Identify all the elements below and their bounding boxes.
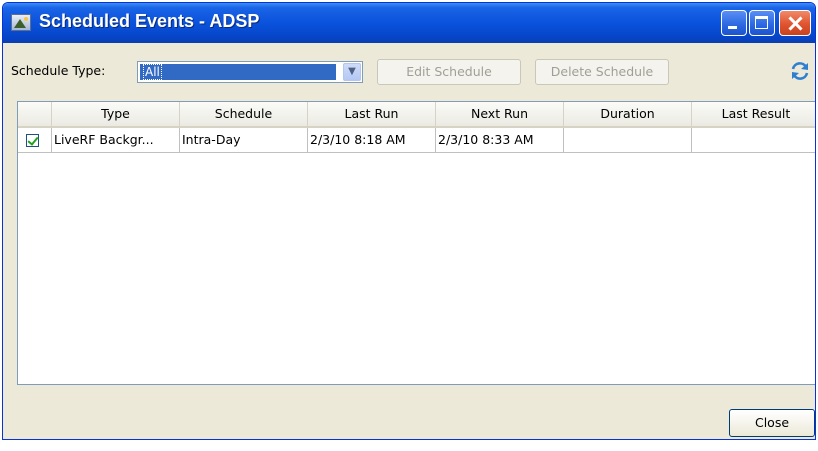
window-app-icon — [11, 14, 31, 31]
close-icon[interactable] — [779, 10, 811, 36]
title-bar[interactable]: Scheduled Events - ADSP — [3, 3, 815, 43]
column-header-check[interactable] — [18, 102, 52, 126]
chevron-down-icon[interactable]: ▼ — [343, 63, 361, 81]
row-duration-cell — [564, 128, 692, 152]
row-type-cell: LiveRF Backgr... — [52, 128, 180, 152]
maximize-icon[interactable] — [749, 10, 775, 36]
column-header-duration[interactable]: Duration — [564, 102, 692, 126]
table-header: Type Schedule Last Run Next Run Duration… — [18, 102, 815, 128]
row-schedule-cell: Intra-Day — [180, 128, 308, 152]
minimize-icon[interactable] — [721, 10, 747, 36]
column-header-last-result[interactable]: Last Result — [692, 102, 815, 126]
scheduled-events-window: Scheduled Events - ADSP Schedule Type: A… — [2, 2, 816, 440]
column-header-schedule[interactable]: Schedule — [180, 102, 308, 126]
schedule-type-value: All — [140, 64, 336, 80]
delete-schedule-button[interactable]: Delete Schedule — [535, 59, 669, 85]
column-header-type[interactable]: Type — [52, 102, 180, 126]
refresh-icon[interactable] — [789, 60, 811, 82]
edit-schedule-button[interactable]: Edit Schedule — [377, 59, 521, 85]
toolbar: Schedule Type: All ▼ Edit Schedule Delet… — [3, 43, 815, 95]
column-header-last-run[interactable]: Last Run — [308, 102, 436, 126]
schedule-type-text: All — [143, 64, 162, 80]
checkbox-checked-icon[interactable] — [26, 134, 39, 147]
schedule-type-label: Schedule Type: — [11, 63, 106, 78]
events-table: Type Schedule Last Run Next Run Duration… — [17, 101, 815, 385]
window-title: Scheduled Events - ADSP — [39, 11, 260, 31]
row-next-run-cell: 2/3/10 8:33 AM — [436, 128, 564, 152]
schedule-type-select[interactable]: All ▼ — [137, 61, 363, 83]
close-button[interactable]: Close — [729, 409, 815, 437]
row-check-cell — [18, 128, 52, 152]
table-row[interactable]: LiveRF Backgr... Intra-Day 2/3/10 8:18 A… — [18, 128, 815, 153]
row-last-run-cell: 2/3/10 8:18 AM — [308, 128, 436, 152]
row-last-result-cell — [692, 128, 815, 152]
column-header-next-run[interactable]: Next Run — [436, 102, 564, 126]
